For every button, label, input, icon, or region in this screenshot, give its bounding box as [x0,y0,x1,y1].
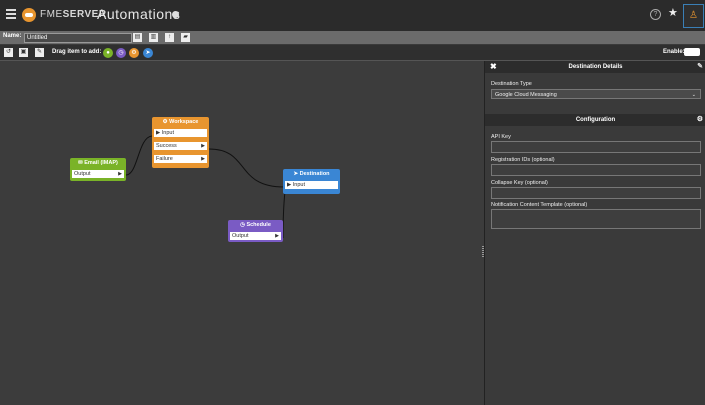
api-key-field[interactable] [491,141,701,153]
registration-ids-label: Registration IDs (optional) [491,157,555,163]
workspace-failure-port[interactable]: Failure ▶ [154,155,207,163]
schedule-node-title: ◷ Schedule [240,222,271,228]
automation-canvas[interactable]: ✉ Email (IMAP) Output ▶ ⚙ Workspace ▶ Inp… [0,61,484,405]
schedule-output-port[interactable]: Output ▶ [230,232,281,240]
destination-node-title: ➤ Destination [293,171,330,177]
fme-logo-icon [22,8,36,22]
collapse-key-field[interactable] [491,187,701,199]
star-icon[interactable]: ★ [668,6,678,19]
edit-icon[interactable]: ✎ [35,48,44,57]
schedule-node[interactable]: ◷ Schedule Output ▶ [228,220,283,242]
help-icon[interactable]: ? [650,9,661,20]
page-title: Automations [97,6,181,22]
destination-node-title-text: Destination [299,171,330,177]
gear-icon[interactable]: ⚙ [697,114,703,126]
notification-template-field[interactable] [491,209,701,229]
schedule-output-label: Output [232,233,249,239]
notification-template-label: Notification Content Template (optional) [491,202,588,208]
info-icon[interactable] [172,11,179,18]
wire-schedule-to-destination [282,190,286,239]
configuration-header: Configuration ⚙ [485,114,705,126]
enable-label: Enable: [663,49,685,55]
save-as-icon[interactable]: ▥ [149,33,158,42]
workspace-node-title: ⚙ Workspace [162,119,199,125]
folder-icon[interactable]: ▰ [181,33,190,42]
destination-node[interactable]: ➤ Destination ▶ Input [283,169,340,194]
destination-input-port[interactable]: ▶ Input [285,181,338,189]
collapse-key-label: Collapse Key (optional) [491,180,548,186]
workspace-node[interactable]: ⚙ Workspace ▶ Input Success ▶ Failure ▶ [152,117,209,168]
email-node-title-text: Email (IMAP) [84,160,118,166]
configuration-title: Configuration [575,117,616,123]
workspace-input-port[interactable]: ▶ Input [154,129,207,137]
wire-email-to-workspace [125,135,153,176]
email-imap-node[interactable]: ✉ Email (IMAP) Output ▶ [70,158,126,181]
schedule-item-icon[interactable]: ◷ [116,48,126,58]
email-output-label: Output [74,171,91,177]
delete-icon[interactable]: ▣ [19,48,28,57]
undo-icon[interactable]: ↺ [4,48,13,57]
save-icon[interactable]: ▤ [133,33,142,42]
workspace-failure-label: Failure [156,156,173,162]
pencil-icon[interactable]: ✎ [697,61,703,73]
api-key-label: API Key [491,134,511,140]
workspace-success-label: Success [156,143,177,149]
workspace-node-title-text: Workspace [169,119,199,125]
trigger-item-icon[interactable]: ● [103,48,113,58]
close-icon[interactable]: ✖ [490,61,497,73]
email-output-port[interactable]: Output ▶ [72,170,124,178]
workspace-item-icon[interactable]: ⚙ [129,48,139,58]
destination-type-value: Google Cloud Messaging [495,92,557,98]
name-input[interactable]: Untitled [24,33,132,43]
destination-item-icon[interactable]: ➤ [143,48,153,58]
destination-type-select[interactable]: Google Cloud Messaging ⌄ [491,89,701,99]
destination-input-label: Input [292,182,305,188]
wire-workspace-to-destination [208,148,285,188]
workspace-input-label: Input [161,130,174,136]
workspace-success-port[interactable]: Success ▶ [154,142,207,150]
name-bar: Name: Untitled ▤ ▥ ↑ ▰ [0,31,705,44]
enable-toggle[interactable] [684,48,700,56]
panel-title: Destination Details [568,64,623,70]
email-node-title: ✉ Email (IMAP) [78,160,118,166]
panel-header: ✖ Destination Details ✎ [485,61,705,73]
upload-icon[interactable]: ↑ [165,33,174,42]
registration-ids-field[interactable] [491,164,701,176]
drag-label: Drag item to add: [52,49,102,55]
user-icon[interactable]: ♙ [683,4,704,28]
destination-details-panel: ✖ Destination Details ✎ Destination Type… [484,61,705,405]
destination-type-label: Destination Type [491,81,532,87]
top-bar: FMESERVER Automations ? ★ ♙ [0,0,705,31]
chevron-down-icon: ⌄ [691,92,696,98]
toolbar: ↺ ▣ ✎ Drag item to add: ● ◷ ⚙ ➤ Enable: [0,45,705,61]
name-label: Name: [3,33,22,39]
schedule-node-title-text: Schedule [246,222,271,228]
brand-prefix: FME [40,9,63,20]
menu-icon[interactable] [6,9,16,11]
